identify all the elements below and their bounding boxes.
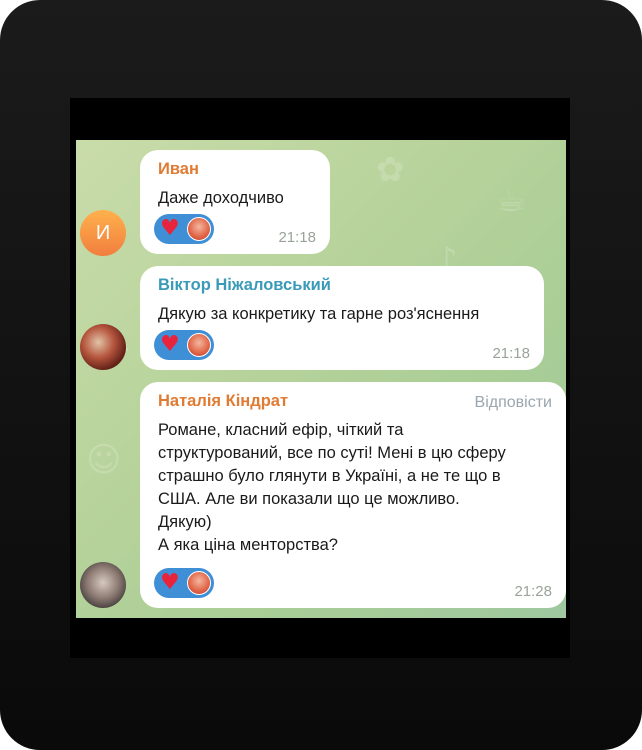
reactor-avatar <box>187 571 211 595</box>
sender-name[interactable]: Віктор Ніжаловський <box>158 276 530 295</box>
device-frame: ✿ ☕ ♪ ☁ ✦ ☺ ✿ Иван Даже доходчиво 21:18 … <box>0 0 642 750</box>
reactor-avatar <box>187 217 211 241</box>
reaction-badge[interactable]: ♥ <box>154 568 214 598</box>
heart-icon: ♥ <box>160 216 180 241</box>
message-time: 21:18 <box>492 345 530 362</box>
sender-name[interactable]: Иван <box>158 160 316 179</box>
reaction-badge[interactable]: ♥ <box>154 214 214 244</box>
chat-area[interactable]: ✿ ☕ ♪ ☁ ✦ ☺ ✿ Иван Даже доходчиво 21:18 … <box>76 140 566 618</box>
reply-button[interactable]: Відповісти <box>475 394 552 412</box>
wallpaper-doodle: ☕ <box>496 180 527 220</box>
avatar[interactable]: И <box>80 210 126 256</box>
wallpaper-doodle: ✿ <box>376 150 405 190</box>
reactor-avatar <box>187 333 211 357</box>
message-text: Романе, класний ефір, чіткий та структур… <box>158 421 506 554</box>
reaction-badge[interactable]: ♥ <box>154 330 214 360</box>
heart-icon: ♥ <box>160 570 180 595</box>
wallpaper-doodle: ☺ <box>86 440 122 480</box>
avatar[interactable] <box>80 324 126 370</box>
message-time: 21:18 <box>278 229 316 246</box>
message-text: Даже доходчиво <box>158 189 284 207</box>
heart-icon: ♥ <box>160 332 180 357</box>
message-text: Дякую за конкретику та гарне роз'яснення <box>158 305 480 323</box>
avatar[interactable] <box>80 562 126 608</box>
message-time: 21:28 <box>514 583 552 600</box>
